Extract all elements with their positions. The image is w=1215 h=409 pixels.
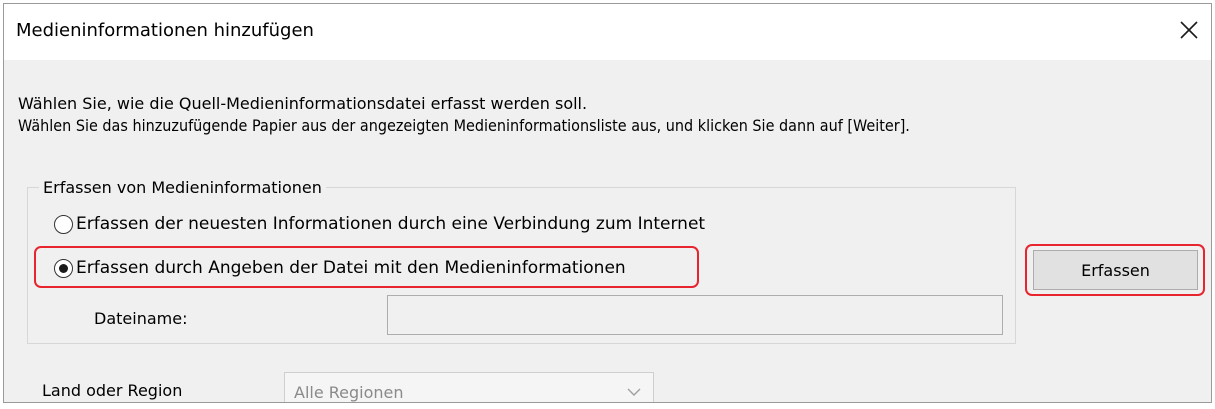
group-title: Erfassen von Medieninformationen <box>39 178 326 197</box>
instruction-text-1: Wählen Sie, wie die Quell-Medieninformat… <box>18 94 588 113</box>
close-icon[interactable] <box>1175 16 1203 44</box>
filename-label: Dateiname: <box>94 309 188 328</box>
radio-label-internet: Erfassen der neuesten Informationen durc… <box>76 214 706 234</box>
chevron-down-icon <box>627 388 641 396</box>
region-selected-value: Alle Regionen <box>294 382 404 402</box>
acquire-button[interactable]: Erfassen <box>1033 250 1198 290</box>
dialog-title: Medieninformationen hinzufügen <box>16 20 314 41</box>
radio-button-internet[interactable] <box>54 214 73 234</box>
title-bar: Medieninformationen hinzufügen <box>4 4 1211 60</box>
radio-button-file[interactable] <box>54 258 73 278</box>
region-dropdown[interactable]: Alle Regionen <box>284 372 654 402</box>
filename-field[interactable] <box>387 295 1003 335</box>
add-media-info-dialog: Medieninformationen hinzufügen Wählen Si… <box>3 3 1212 403</box>
radio-option-file[interactable]: Erfassen durch Angeben der Datei mit den… <box>54 258 626 278</box>
radio-option-internet[interactable]: Erfassen der neuesten Informationen durc… <box>54 214 705 234</box>
instruction-text-2: Wählen Sie das hinzuzufügende Papier aus… <box>18 116 910 135</box>
radio-selected-dot <box>59 263 68 273</box>
country-region-label: Land oder Region <box>42 381 183 400</box>
radio-label-file: Erfassen durch Angeben der Datei mit den… <box>76 258 626 278</box>
